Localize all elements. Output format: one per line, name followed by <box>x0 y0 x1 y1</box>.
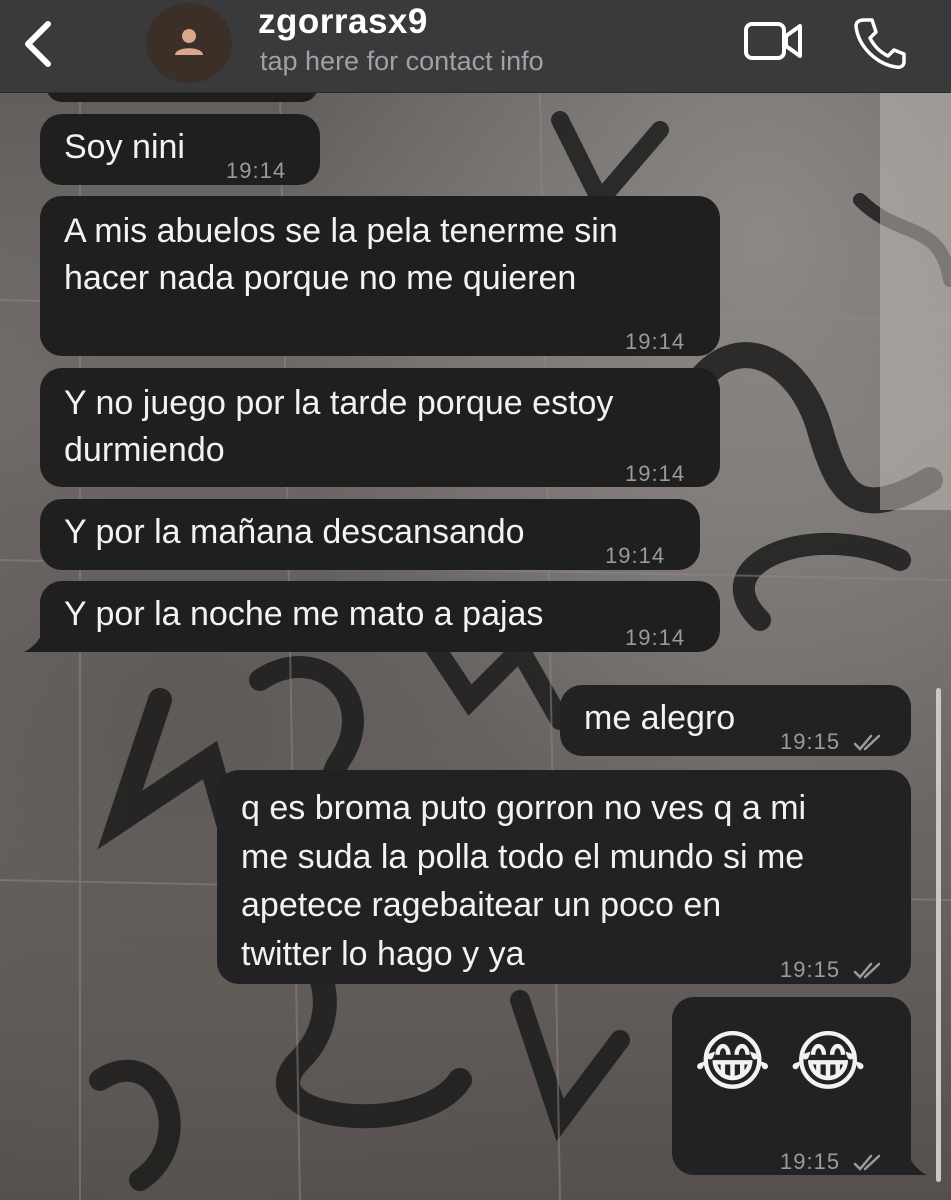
bubble-tail-icon <box>897 1147 927 1175</box>
message-time: 19:14 <box>625 461 686 486</box>
message-bubble-outgoing[interactable]: me alegro 19:15 <box>560 685 911 756</box>
person-icon <box>175 29 203 55</box>
contact-avatar[interactable] <box>146 3 232 83</box>
message-time-value: 19:15 <box>780 729 841 754</box>
message-time-value: 19:15 <box>780 957 841 982</box>
message-time: 19:14 <box>226 158 287 183</box>
bubble-tail-icon <box>24 626 54 652</box>
message-bubble-incoming[interactable]: A mis abuelos se la pela tenerme sin hac… <box>40 196 720 356</box>
message-text: Y por la mañana descansando <box>64 513 525 551</box>
message-text: q es broma puto gorron no ves q a mi me … <box>241 789 807 973</box>
message-text: Soy nini <box>64 128 185 166</box>
message-bubble-outgoing[interactable]: q es broma puto gorron no ves q a mi me … <box>217 770 911 984</box>
message-time: 19:14 <box>625 329 686 354</box>
message-bubble-outgoing[interactable]: 😂 😂 19:15 <box>672 997 911 1175</box>
emoji-message: 😂 😂 <box>694 1024 867 1098</box>
message-time: 19:15 <box>780 946 885 993</box>
phone-icon[interactable] <box>850 14 906 70</box>
message-bubble-incoming[interactable]: Y por la mañana descansando 19:14 <box>40 499 700 570</box>
message-text: A mis abuelos se la pela tenerme sin hac… <box>64 212 618 297</box>
message-time: 19:14 <box>625 625 686 650</box>
video-camera-icon[interactable] <box>742 18 804 64</box>
message-time: 19:15 <box>780 718 885 765</box>
message-time: 19:14 <box>605 543 666 568</box>
message-time: 19:15 <box>780 1138 885 1185</box>
message-text: Y por la noche me mato a pajas <box>64 595 544 633</box>
back-chevron-icon[interactable] <box>18 18 58 70</box>
message-text: Y no juego por la tarde porque estoy dur… <box>64 384 614 469</box>
message-text: me alegro <box>584 699 736 737</box>
scrollbar[interactable] <box>936 688 941 1182</box>
double-check-icon <box>853 962 881 980</box>
message-bubble-incoming[interactable]: Soy nini 19:14 <box>40 114 320 185</box>
chat-header: zgorrasx9 tap here for contact info <box>0 0 951 93</box>
message-bubble-incoming[interactable]: Y no juego por la tarde porque estoy dur… <box>40 368 720 487</box>
double-check-icon <box>853 1154 881 1172</box>
contact-info-hint[interactable]: tap here for contact info <box>260 46 544 77</box>
contact-name[interactable]: zgorrasx9 <box>258 2 428 42</box>
message-bubble-incoming[interactable]: Y por la noche me mato a pajas 19:14 <box>40 581 720 652</box>
message-time-value: 19:15 <box>780 1149 841 1174</box>
double-check-icon <box>853 734 881 752</box>
